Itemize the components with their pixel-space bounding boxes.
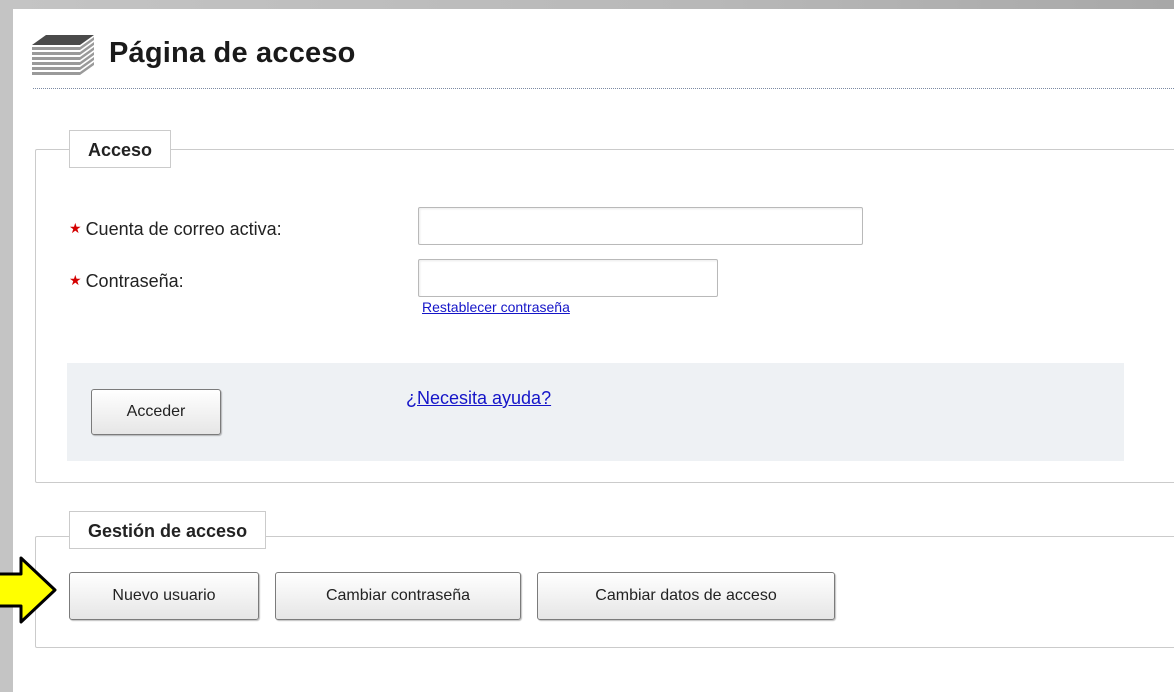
password-field[interactable] <box>418 259 718 297</box>
email-field[interactable] <box>418 207 863 245</box>
change-access-data-button[interactable]: Cambiar datos de acceso <box>537 572 835 620</box>
login-panel-legend: Acceso <box>69 130 172 168</box>
reset-password-link[interactable]: Restablecer contraseña <box>422 299 570 315</box>
email-label-text: Cuenta de correo activa: <box>85 219 282 239</box>
password-label-text: Contraseña: <box>85 271 184 291</box>
password-label: ★ Contraseña: <box>69 271 184 292</box>
login-action-bar <box>67 363 1124 461</box>
new-user-button[interactable]: Nuevo usuario <box>69 572 259 620</box>
access-management-legend: Gestión de acceso <box>69 511 267 549</box>
help-link[interactable]: ¿Necesita ayuda? <box>406 388 551 409</box>
stacked-pages-icon <box>32 35 94 75</box>
required-star-icon: ★ <box>69 272 82 288</box>
email-label: ★ Cuenta de correo activa: <box>69 219 282 240</box>
change-password-button[interactable]: Cambiar contraseña <box>275 572 521 620</box>
title-divider <box>33 88 1174 89</box>
login-button[interactable]: Acceder <box>91 389 221 435</box>
arrow-right-icon <box>0 556 57 624</box>
required-star-icon: ★ <box>69 220 82 236</box>
page-title: Página de acceso <box>109 37 356 69</box>
page-content: Página de acceso Acceso ★ Cuenta de corre… <box>13 9 1174 692</box>
window-frame-top <box>0 0 1174 9</box>
